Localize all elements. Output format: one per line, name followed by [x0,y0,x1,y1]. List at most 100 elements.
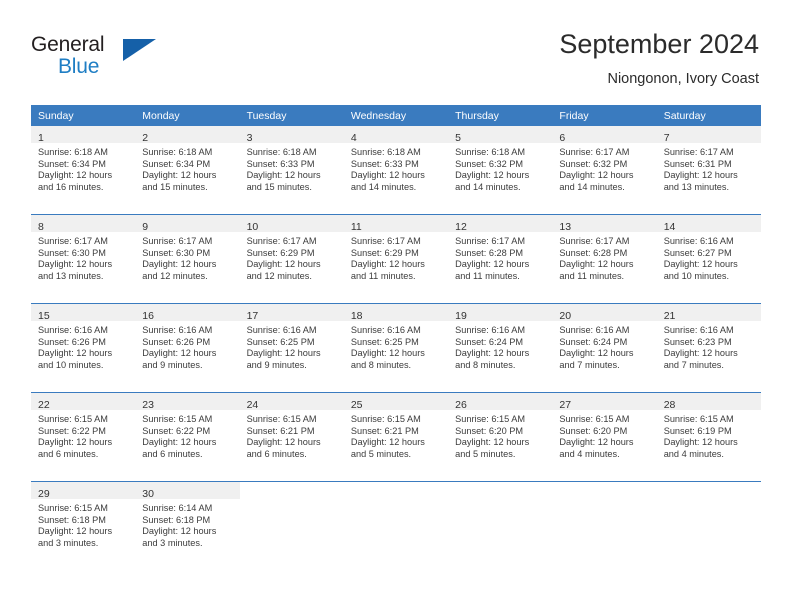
sunrise-time: Sunrise: 6:15 AM [142,414,213,424]
calendar-day-cell[interactable]: 16 Sunrise: 6:16 AM Sunset: 6:26 PM Dayligh… [135,303,240,393]
day-cell-content: 28 Sunrise: 6:15 AM Sunset: 6:19 PM Dayligh… [656,393,761,481]
calendar-day-cell[interactable]: 19 Sunrise: 6:16 AM Sunset: 6:24 PM Dayligh… [448,303,553,393]
day-cell-content: 16 Sunrise: 6:16 AM Sunset: 6:26 PM Dayligh… [135,304,240,392]
day-cell-content: 27 Sunrise: 6:15 AM Sunset: 6:20 PM Dayligh… [552,393,657,481]
sunset-time: Sunset: 6:30 PM [38,247,106,258]
calendar-week-row: 15 Sunrise: 6:16 AM Sunset: 6:26 PM Dayligh… [31,303,761,393]
sunset-time: Sunset: 6:34 PM [38,158,106,169]
sunrise-time: Sunrise: 6:17 AM [559,236,630,246]
day-details: Sunrise: 6:17 AM Sunset: 6:30 PM Daylight:… [135,232,239,282]
sunset-time: Sunset: 6:22 PM [38,425,106,436]
sunrise-time: Sunrise: 6:18 AM [455,147,526,157]
sunset-time: Sunset: 6:28 PM [559,247,628,258]
calendar-day-cell[interactable]: 22 Sunrise: 6:15 AM Sunset: 6:22 PM Dayligh… [31,392,136,482]
sunrise-time: Sunrise: 6:16 AM [663,236,734,246]
calendar-day-cell[interactable]: 10 Sunrise: 6:17 AM Sunset: 6:29 PM Dayligh… [239,214,344,304]
day-cell-content: 14 Sunrise: 6:16 AM Sunset: 6:27 PM Dayligh… [656,215,761,303]
day-number: 25 [350,399,363,411]
day-number: 20 [559,310,572,322]
day-number: 1 [38,132,44,144]
day-cell-content: 8 Sunrise: 6:17 AM Sunset: 6:30 PM Daylight… [31,215,136,303]
day-number-band: 24 [239,393,344,411]
day-details [344,499,448,503]
calendar-day-cell[interactable]: 29 Sunrise: 6:15 AM Sunset: 6:18 PM Dayligh… [31,481,136,570]
daylight-duration-line1: Daylight: 12 hours [246,170,321,181]
day-details: Sunrise: 6:17 AM Sunset: 6:28 PM Daylight:… [552,232,656,282]
day-details: Sunrise: 6:17 AM Sunset: 6:29 PM Daylight:… [344,232,448,282]
calendar-day-cell[interactable]: 1 Sunrise: 6:18 AM Sunset: 6:34 PM Daylight… [31,126,136,215]
day-cell-content: 2 Sunrise: 6:18 AM Sunset: 6:34 PM Daylight… [135,126,240,214]
day-number-band: 27 [552,393,657,411]
calendar-day-cell[interactable]: 9 Sunrise: 6:17 AM Sunset: 6:30 PM Daylight… [135,214,240,304]
calendar-day-cell[interactable]: 8 Sunrise: 6:17 AM Sunset: 6:30 PM Daylight… [31,214,136,304]
weekday-header-saturday: Saturday [656,105,761,126]
calendar-day-cell[interactable]: 21 Sunrise: 6:16 AM Sunset: 6:23 PM Dayligh… [656,303,761,393]
day-details: Sunrise: 6:16 AM Sunset: 6:26 PM Daylight:… [135,321,239,371]
calendar-day-cell[interactable]: 28 Sunrise: 6:15 AM Sunset: 6:19 PM Dayligh… [656,392,761,482]
day-number-band: 25 [343,393,449,411]
day-number: 22 [38,399,50,411]
daylight-duration-line2: and 11 minutes. [559,270,625,281]
sunrise-time: Sunrise: 6:18 AM [350,147,421,157]
day-details: Sunrise: 6:18 AM Sunset: 6:32 PM Daylight:… [448,143,552,193]
sunset-time: Sunset: 6:24 PM [455,336,524,347]
calendar-day-cell[interactable]: 30 Sunrise: 6:14 AM Sunset: 6:18 PM Dayligh… [135,481,240,570]
calendar-day-cell[interactable]: 25 Sunrise: 6:15 AM Sunset: 6:21 PM Dayligh… [343,392,449,482]
calendar-day-cell[interactable]: 17 Sunrise: 6:16 AM Sunset: 6:25 PM Dayligh… [239,303,344,393]
calendar-day-cell[interactable]: 12 Sunrise: 6:17 AM Sunset: 6:28 PM Dayligh… [448,214,553,304]
day-number-band: 12 [448,215,553,233]
calendar-day-cell[interactable]: 20 Sunrise: 6:16 AM Sunset: 6:24 PM Dayligh… [552,303,657,393]
calendar-day-cell[interactable]: 15 Sunrise: 6:16 AM Sunset: 6:26 PM Dayligh… [31,303,136,393]
day-cell-content [657,482,761,570]
sunset-time: Sunset: 6:26 PM [38,336,106,347]
calendar-day-cell[interactable]: 24 Sunrise: 6:15 AM Sunset: 6:21 PM Dayligh… [239,392,344,482]
calendar-day-cell[interactable]: 13 Sunrise: 6:17 AM Sunset: 6:28 PM Dayligh… [552,214,657,304]
day-cell-content: 30 Sunrise: 6:14 AM Sunset: 6:18 PM Dayligh… [135,482,240,570]
daylight-duration-line1: Daylight: 12 hours [455,259,530,270]
sunset-time: Sunset: 6:22 PM [142,425,211,436]
day-cell-content: 24 Sunrise: 6:15 AM Sunset: 6:21 PM Dayligh… [239,393,344,481]
calendar-day-cell[interactable]: 3 Sunrise: 6:18 AM Sunset: 6:33 PM Daylight… [239,126,344,215]
sunrise-time: Sunrise: 6:18 AM [142,147,213,157]
calendar-day-cell [239,481,344,570]
calendar-day-cell [343,481,449,570]
day-number: 21 [663,310,676,322]
day-details: Sunrise: 6:16 AM Sunset: 6:27 PM Daylight:… [657,232,761,282]
day-number-band: 15 [31,304,136,322]
daylight-duration-line2: and 13 minutes. [663,181,730,192]
daylight-duration-line2: and 12 minutes. [246,270,312,281]
day-number-band [552,482,656,499]
day-details [657,499,761,503]
day-details: Sunrise: 6:17 AM Sunset: 6:32 PM Daylight:… [552,143,656,193]
calendar-day-cell[interactable]: 11 Sunrise: 6:17 AM Sunset: 6:29 PM Dayligh… [343,214,449,304]
calendar-day-cell[interactable]: 26 Sunrise: 6:15 AM Sunset: 6:20 PM Dayligh… [448,392,553,482]
sunset-time: Sunset: 6:33 PM [350,158,419,169]
day-cell-content: 1 Sunrise: 6:18 AM Sunset: 6:34 PM Daylight… [31,126,136,214]
calendar-day-cell[interactable]: 14 Sunrise: 6:16 AM Sunset: 6:27 PM Dayligh… [656,214,761,304]
day-details: Sunrise: 6:16 AM Sunset: 6:25 PM Daylight:… [240,321,344,371]
day-cell-content [552,482,656,570]
calendar-day-cell[interactable]: 7 Sunrise: 6:17 AM Sunset: 6:31 PM Daylight… [656,126,761,215]
day-number: 29 [38,488,50,500]
day-cell-content: 25 Sunrise: 6:15 AM Sunset: 6:21 PM Dayligh… [343,393,449,481]
calendar-day-cell[interactable]: 27 Sunrise: 6:15 AM Sunset: 6:20 PM Dayligh… [552,392,657,482]
day-details: Sunrise: 6:15 AM Sunset: 6:22 PM Daylight:… [135,410,239,460]
calendar-day-cell[interactable]: 18 Sunrise: 6:16 AM Sunset: 6:25 PM Dayligh… [343,303,449,393]
calendar-day-cell[interactable]: 2 Sunrise: 6:18 AM Sunset: 6:34 PM Daylight… [135,126,240,215]
calendar-day-cell[interactable]: 23 Sunrise: 6:15 AM Sunset: 6:22 PM Dayligh… [135,392,240,482]
calendar-day-cell[interactable]: 4 Sunrise: 6:18 AM Sunset: 6:33 PM Daylight… [343,126,449,215]
daylight-duration-line2: and 4 minutes. [663,448,724,459]
day-details: Sunrise: 6:16 AM Sunset: 6:25 PM Daylight:… [344,321,448,371]
sunrise-time: Sunrise: 6:15 AM [38,414,108,424]
daylight-duration-line2: and 8 minutes. [350,359,412,370]
calendar-day-cell[interactable]: 5 Sunrise: 6:18 AM Sunset: 6:32 PM Daylight… [448,126,553,215]
calendar-page: General Blue September 2024 Niongonon, I… [0,0,792,612]
day-number: 8 [38,221,44,233]
day-number: 5 [455,132,461,144]
daylight-duration-line1: Daylight: 12 hours [142,259,217,270]
day-details: Sunrise: 6:18 AM Sunset: 6:33 PM Daylight:… [240,143,344,193]
sunrise-time: Sunrise: 6:17 AM [559,147,630,157]
calendar-day-cell[interactable]: 6 Sunrise: 6:17 AM Sunset: 6:32 PM Daylight… [552,126,657,215]
sunset-time: Sunset: 6:27 PM [663,247,732,258]
day-number-band: 2 [135,126,240,144]
